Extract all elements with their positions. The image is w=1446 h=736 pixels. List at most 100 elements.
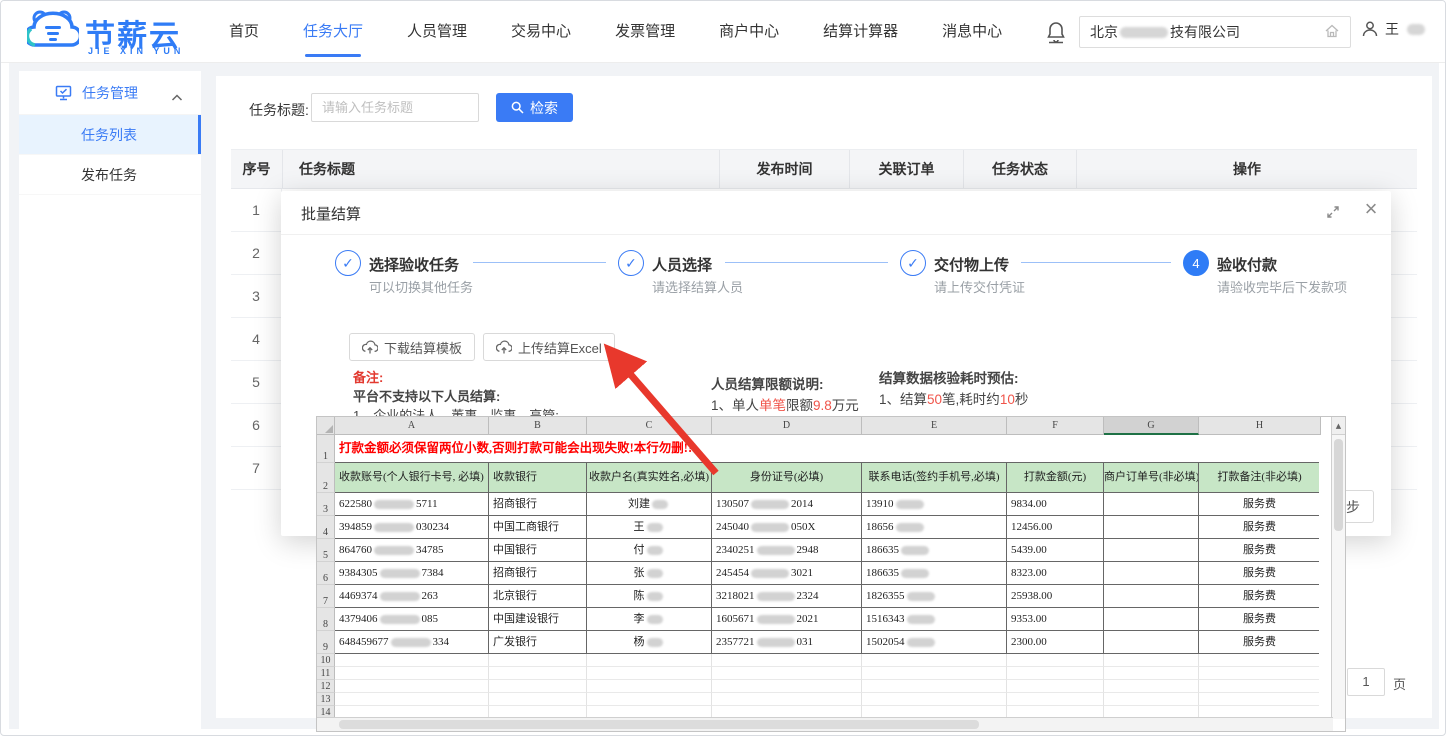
excel-cell-phone[interactable]: 1502054 [862,631,1007,654]
excel-cell-remark[interactable]: 服务费 [1199,516,1321,539]
excel-cell-order[interactable] [1104,516,1199,539]
excel-header-cell[interactable]: 收款户名(真实姓名,必填) [587,463,712,493]
excel-header-cell[interactable]: 身份证号(必填) [712,463,862,493]
excel-empty-cell[interactable] [1007,693,1104,706]
excel-cell-payee[interactable]: 张 [587,562,712,585]
excel-cell-payee[interactable]: 刘建 [587,493,712,516]
excel-column-header[interactable]: D [712,417,862,435]
excel-cell-bank[interactable]: 招商银行 [489,493,587,516]
excel-cell-payee[interactable]: 付 [587,539,712,562]
excel-empty-cell[interactable] [1104,654,1199,667]
excel-cell-account[interactable]: 648459677334 [335,631,489,654]
excel-cell-remark[interactable]: 服务费 [1199,493,1321,516]
excel-cell-account[interactable]: 6225805711 [335,493,489,516]
excel-empty-cell[interactable] [1104,667,1199,680]
excel-empty-cell[interactable] [1007,680,1104,693]
excel-row-header[interactable]: 1 [317,435,335,463]
search-button[interactable]: 检索 [496,93,573,122]
excel-column-header[interactable]: B [489,417,587,435]
excel-vertical-scrollbar[interactable]: ▲ [1331,417,1345,719]
download-template-button[interactable]: 下载结算模板 [349,333,475,361]
excel-empty-cell[interactable] [862,693,1007,706]
excel-cell-remark[interactable]: 服务费 [1199,631,1321,654]
excel-cell-payee[interactable]: 王 [587,516,712,539]
excel-cell-remark[interactable]: 服务费 [1199,585,1321,608]
nav-item[interactable]: 商户中心 [719,1,779,63]
excel-empty-cell[interactable] [712,680,862,693]
nav-item[interactable]: 交易中心 [511,1,571,63]
excel-empty-cell[interactable] [862,667,1007,680]
excel-row-header[interactable]: 4 [317,516,335,539]
excel-row-header[interactable]: 13 [317,693,335,706]
excel-cell-order[interactable] [1104,585,1199,608]
excel-header-cell[interactable]: 联系电话(签约手机号,必填) [862,463,1007,493]
excel-cell-payee[interactable]: 李 [587,608,712,631]
excel-header-cell[interactable]: 收款银行 [489,463,587,493]
excel-cell-order[interactable] [1104,562,1199,585]
excel-empty-cell[interactable] [587,693,712,706]
excel-row-header[interactable]: 8 [317,608,335,631]
excel-empty-cell[interactable] [489,680,587,693]
nav-item[interactable]: 发票管理 [615,1,675,63]
excel-cell-phone[interactable]: 18656 [862,516,1007,539]
excel-cell-remark[interactable]: 服务费 [1199,539,1321,562]
excel-empty-cell[interactable] [1007,654,1104,667]
excel-cell-id[interactable]: 32180212324 [712,585,862,608]
excel-empty-cell[interactable] [587,654,712,667]
excel-cell-bank[interactable]: 中国工商银行 [489,516,587,539]
excel-empty-cell[interactable] [712,667,862,680]
excel-cell-amount[interactable]: 8323.00 [1007,562,1104,585]
excel-empty-cell[interactable] [1199,667,1321,680]
excel-cell-order[interactable] [1104,608,1199,631]
horizontal-scroll-thumb[interactable] [339,720,979,729]
excel-empty-cell[interactable] [1199,654,1321,667]
excel-cell-amount[interactable]: 25938.00 [1007,585,1104,608]
excel-column-header[interactable]: F [1007,417,1104,435]
excel-empty-cell[interactable] [1104,680,1199,693]
excel-cell-amount[interactable]: 9353.00 [1007,608,1104,631]
excel-row-header[interactable]: 12 [317,680,335,693]
excel-empty-cell[interactable] [335,667,489,680]
select-all-corner[interactable] [317,417,335,435]
excel-cell-account[interactable]: 4379406085 [335,608,489,631]
logo[interactable]: 节薪云 JIE XIN YUN [27,9,217,57]
excel-row-header[interactable]: 7 [317,585,335,608]
excel-row-header[interactable]: 6 [317,562,335,585]
excel-header-cell[interactable]: 收款账号(个人银行卡号, 必填) [335,463,489,493]
excel-header-cell[interactable]: 打款金额(元) [1007,463,1104,493]
excel-cell-id[interactable]: 2357721031 [712,631,862,654]
excel-header-cell[interactable]: 商户订单号(非必填) [1104,463,1199,493]
excel-cell-phone[interactable]: 186635 [862,539,1007,562]
excel-row-header[interactable]: 3 [317,493,335,516]
excel-empty-cell[interactable] [489,654,587,667]
excel-cell-amount[interactable]: 12456.00 [1007,516,1104,539]
user-menu[interactable]: 王 [1361,19,1427,39]
scroll-up-arrow-icon[interactable]: ▲ [1332,417,1345,435]
excel-header-cell[interactable]: 打款备注(非必填) [1199,463,1321,493]
excel-cell-payee[interactable]: 杨 [587,631,712,654]
excel-empty-cell[interactable] [862,654,1007,667]
excel-row-header[interactable]: 9 [317,631,335,654]
excel-column-header[interactable]: C [587,417,712,435]
upload-excel-button[interactable]: 上传结算Excel [483,333,615,361]
excel-cell-amount[interactable]: 9834.00 [1007,493,1104,516]
excel-empty-cell[interactable] [1007,667,1104,680]
excel-empty-cell[interactable] [712,693,862,706]
excel-empty-cell[interactable] [489,667,587,680]
excel-column-header[interactable]: A [335,417,489,435]
excel-cell-bank[interactable]: 北京银行 [489,585,587,608]
excel-cell-id[interactable]: 2454543021 [712,562,862,585]
excel-cell-bank[interactable]: 广发银行 [489,631,587,654]
excel-empty-cell[interactable] [712,654,862,667]
excel-cell-phone[interactable]: 1516343 [862,608,1007,631]
excel-cell-id[interactable]: 16056712021 [712,608,862,631]
nav-item[interactable]: 结算计算器 [823,1,898,63]
excel-cell-remark[interactable]: 服务费 [1199,608,1321,631]
excel-cell-payee[interactable]: 陈 [587,585,712,608]
excel-empty-cell[interactable] [587,667,712,680]
excel-cell-phone[interactable]: 186635 [862,562,1007,585]
nav-item[interactable]: 首页 [229,1,259,63]
excel-column-header[interactable]: H [1199,417,1321,435]
excel-empty-cell[interactable] [587,680,712,693]
excel-empty-cell[interactable] [862,680,1007,693]
